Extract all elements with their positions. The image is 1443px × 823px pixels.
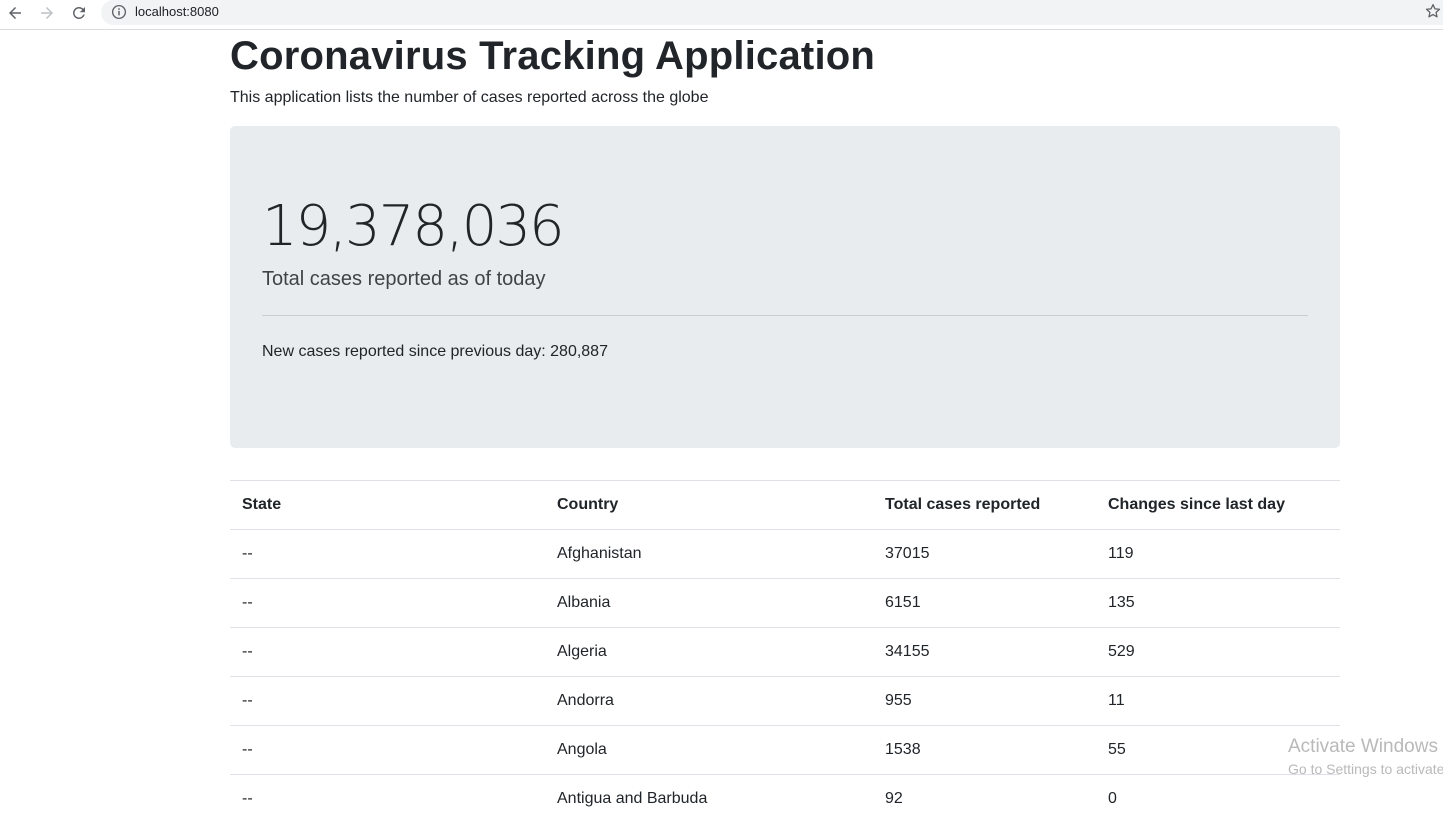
url-text[interactable]: localhost:8080 — [135, 4, 219, 19]
browser-toolbar: localhost:8080 — [0, 0, 1443, 30]
column-header-country: Country — [545, 481, 873, 530]
cell-country: Albania — [545, 579, 873, 628]
table-row: -- Algeria 34155 529 — [230, 628, 1340, 677]
cell-country: Antigua and Barbuda — [545, 775, 873, 823]
address-bar[interactable]: localhost:8080 — [101, 0, 1443, 25]
page-container: Coronavirus Tracking Application This ap… — [230, 30, 1340, 108]
table-row: -- Andorra 955 11 — [230, 677, 1340, 726]
table-header-row: State Country Total cases reported Chang… — [230, 481, 1340, 530]
page-title: Coronavirus Tracking Application — [230, 30, 1340, 78]
watermark-subtitle: Go to Settings to activate Windows. — [1288, 759, 1443, 779]
summary-jumbotron: 19,378,036 Total cases reported as of to… — [230, 126, 1340, 448]
back-button[interactable] — [4, 2, 26, 24]
cell-total-cases: 1538 — [873, 726, 1096, 775]
cell-country: Andorra — [545, 677, 873, 726]
column-header-changes: Changes since last day — [1096, 481, 1340, 530]
cell-state: -- — [230, 677, 545, 726]
new-cases-text: New cases reported since previous day: 2… — [262, 343, 608, 361]
cell-total-cases: 34155 — [873, 628, 1096, 677]
cell-state: -- — [230, 579, 545, 628]
cell-total-cases: 6151 — [873, 579, 1096, 628]
column-header-total-cases: Total cases reported — [873, 481, 1096, 530]
page-subtitle: This application lists the number of cas… — [230, 88, 1340, 108]
cell-changes: 135 — [1096, 579, 1340, 628]
windows-activation-watermark: Activate Windows Go to Settings to activ… — [1288, 735, 1443, 779]
total-cases-number: 19,378,036 — [262, 192, 563, 262]
cell-changes: 0 — [1096, 775, 1340, 823]
watermark-title: Activate Windows — [1288, 735, 1443, 759]
cell-changes: 119 — [1096, 530, 1340, 579]
cell-total-cases: 955 — [873, 677, 1096, 726]
table-row: -- Albania 6151 135 — [230, 579, 1340, 628]
cell-state: -- — [230, 628, 545, 677]
cell-country: Angola — [545, 726, 873, 775]
reload-icon — [70, 4, 88, 22]
back-arrow-icon — [6, 4, 24, 22]
table-row: -- Afghanistan 37015 119 — [230, 530, 1340, 579]
column-header-state: State — [230, 481, 545, 530]
cell-total-cases: 92 — [873, 775, 1096, 823]
cell-total-cases: 37015 — [873, 530, 1096, 579]
table-row: -- Angola 1538 55 — [230, 726, 1340, 775]
cases-table: State Country Total cases reported Chang… — [230, 480, 1340, 823]
cell-changes: 529 — [1096, 628, 1340, 677]
total-cases-caption: Total cases reported as of today — [262, 268, 546, 291]
forward-arrow-icon — [38, 4, 56, 22]
divider — [262, 315, 1308, 316]
forward-button[interactable] — [36, 2, 58, 24]
cell-country: Afghanistan — [545, 530, 873, 579]
cell-state: -- — [230, 530, 545, 579]
star-icon[interactable] — [1424, 2, 1442, 20]
cell-country: Algeria — [545, 628, 873, 677]
cell-state: -- — [230, 726, 545, 775]
cell-changes: 11 — [1096, 677, 1340, 726]
cell-state: -- — [230, 775, 545, 823]
info-icon[interactable] — [110, 3, 128, 21]
reload-button[interactable] — [68, 2, 90, 24]
table-row: -- Antigua and Barbuda 92 0 — [230, 775, 1340, 823]
